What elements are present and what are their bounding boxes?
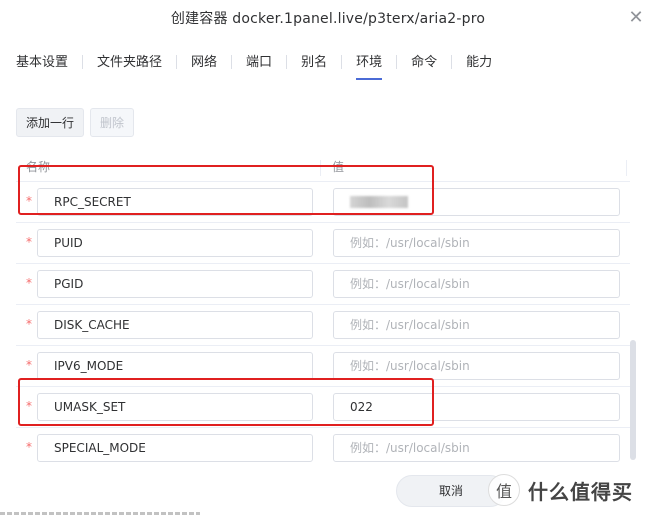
tab-divider bbox=[82, 55, 84, 69]
env-name-input[interactable]: PUID bbox=[37, 229, 313, 257]
env-value-input[interactable]: 例如：/usr/local/sbin bbox=[333, 434, 620, 462]
env-name-input[interactable]: UMASK_SET bbox=[37, 393, 313, 421]
tab-network[interactable]: 网络 bbox=[191, 51, 217, 74]
table-row: * PGID 例如：/usr/local/sbin bbox=[16, 264, 630, 305]
tab-divider bbox=[341, 55, 343, 69]
column-divider bbox=[320, 160, 321, 176]
delete-button[interactable]: 删除 bbox=[90, 108, 135, 137]
tab-divider bbox=[286, 55, 288, 69]
env-value-input[interactable]: 例如：/usr/local/sbin bbox=[333, 229, 620, 257]
watermark-logo-icon: 值 bbox=[488, 474, 520, 506]
env-value-input[interactable]: 例如：/usr/local/sbin bbox=[333, 311, 620, 339]
table-row: * PUID 例如：/usr/local/sbin bbox=[16, 223, 630, 264]
required-mark: * bbox=[26, 358, 32, 372]
create-container-dialog: 创建容器 docker.1panel.live/p3terx/aria2-pro… bbox=[0, 0, 656, 516]
required-mark: * bbox=[26, 440, 32, 454]
env-name-input[interactable]: SPECIAL_MODE bbox=[37, 434, 313, 462]
dialog-title: 创建容器 docker.1panel.live/p3terx/aria2-pro bbox=[170, 11, 486, 27]
redacted-value bbox=[350, 196, 408, 208]
env-name-input[interactable]: PGID bbox=[37, 270, 313, 298]
table-row: * RPC_SECRET bbox=[16, 182, 630, 223]
close-icon[interactable]: ✕ bbox=[628, 9, 644, 27]
table-scrollbar[interactable] bbox=[630, 340, 636, 460]
tab-divider bbox=[231, 55, 233, 69]
tab-ports[interactable]: 端口 bbox=[246, 51, 272, 74]
env-name-input[interactable]: IPV6_MODE bbox=[37, 352, 313, 380]
table-row: * SPECIAL_MODE 例如：/usr/local/sbin bbox=[16, 428, 630, 464]
table-header: 名称 值 bbox=[16, 154, 630, 182]
tab-divider bbox=[451, 55, 453, 69]
tab-command[interactable]: 命令 bbox=[411, 51, 437, 74]
env-value-input[interactable]: 例如：/usr/local/sbin bbox=[333, 270, 620, 298]
tab-capabilities[interactable]: 能力 bbox=[466, 51, 492, 74]
tab-bar: 基本设置 文件夹路径 网络 端口 别名 环境 命令 能力 bbox=[16, 50, 492, 80]
required-mark: * bbox=[26, 276, 32, 290]
env-toolbar: 添加一行 删除 bbox=[16, 108, 135, 137]
tab-aliases[interactable]: 别名 bbox=[301, 51, 327, 74]
tab-folder-paths[interactable]: 文件夹路径 bbox=[97, 51, 162, 74]
required-mark: * bbox=[26, 317, 32, 331]
cut-off-footer-text bbox=[0, 508, 200, 516]
table-row: * IPV6_MODE 例如：/usr/local/sbin bbox=[16, 346, 630, 387]
column-divider bbox=[626, 160, 627, 176]
tab-divider bbox=[396, 55, 398, 69]
env-value-input[interactable]: 例如：/usr/local/sbin bbox=[333, 352, 620, 380]
env-name-input[interactable]: DISK_CACHE bbox=[37, 311, 313, 339]
column-header-name: 名称 bbox=[26, 160, 51, 174]
env-value-input[interactable]: 022 bbox=[333, 393, 620, 421]
env-table: 名称 值 * RPC_SECRET * PUID 例如：/usr/local/s… bbox=[16, 154, 630, 464]
add-row-button[interactable]: 添加一行 bbox=[16, 108, 85, 137]
watermark-text: 什么值得买 bbox=[528, 479, 633, 504]
required-mark: * bbox=[26, 194, 32, 208]
table-row: * DISK_CACHE 例如：/usr/local/sbin bbox=[16, 305, 630, 346]
tab-environment[interactable]: 环境 bbox=[356, 51, 383, 80]
env-value-input[interactable] bbox=[333, 188, 620, 216]
required-mark: * bbox=[26, 235, 32, 249]
env-name-input[interactable]: RPC_SECRET bbox=[37, 188, 313, 216]
tab-basic-settings[interactable]: 基本设置 bbox=[16, 51, 68, 74]
tab-divider bbox=[176, 55, 178, 69]
column-header-value: 值 bbox=[332, 160, 345, 174]
table-row: * UMASK_SET 022 bbox=[16, 387, 630, 428]
required-mark: * bbox=[26, 399, 32, 413]
watermark: 值 什么值得买 bbox=[488, 470, 633, 510]
